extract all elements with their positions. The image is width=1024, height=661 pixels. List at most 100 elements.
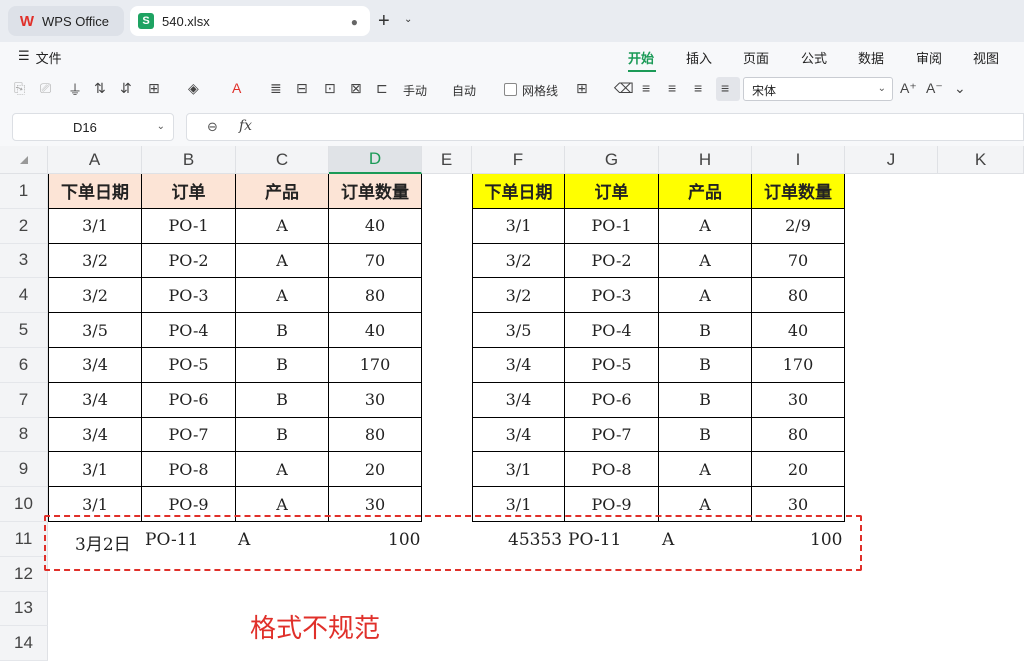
fx-icon[interactable]: fx	[239, 118, 252, 134]
left-table-cell[interactable]: PO-4	[142, 313, 236, 348]
right-table-cell[interactable]: B	[659, 382, 752, 418]
row-header-8[interactable]: 8	[0, 417, 48, 453]
left-table-header-cell[interactable]: 下单日期	[48, 174, 142, 209]
right-table-header-cell[interactable]: 下单日期	[472, 174, 565, 209]
right-table-cell[interactable]: PO-8	[565, 452, 659, 488]
manual-dropdown[interactable]: 手动	[403, 82, 427, 99]
align-left-icon[interactable]: ≡	[642, 80, 650, 96]
sort-ascending-icon[interactable]: ⇅	[94, 80, 106, 97]
unsaved-dot-icon[interactable]: ●	[351, 15, 358, 29]
more-chevron-icon[interactable]: ⌄	[954, 80, 966, 97]
row-header-2[interactable]: 2	[0, 208, 48, 244]
left-table-cell[interactable]: PO-3	[142, 278, 236, 314]
left-table-cell[interactable]: A	[236, 208, 329, 244]
column-header-d[interactable]: D	[329, 146, 422, 174]
left-table-header-cell[interactable]: 订单数量	[329, 174, 422, 209]
increase-font-icon[interactable]: A⁺	[900, 80, 917, 97]
right-table-cell[interactable]: PO-7	[565, 417, 659, 453]
left-table-cell[interactable]: 80	[329, 278, 422, 314]
row-header-9[interactable]: 9	[0, 452, 48, 488]
row-header-6[interactable]: 6	[0, 348, 48, 383]
row-header-13[interactable]: 13	[0, 591, 48, 627]
column-header-f[interactable]: F	[472, 146, 565, 174]
freeze-icon[interactable]: ⊏	[376, 80, 388, 97]
right-table-cell[interactable]: 3/2	[472, 278, 565, 314]
right-table-cell[interactable]: B	[659, 417, 752, 453]
ribbon-tab-home[interactable]: 开始	[628, 48, 654, 67]
right-table-cell[interactable]: PO-1	[565, 208, 659, 244]
column-header-c[interactable]: C	[236, 146, 329, 174]
align-center-icon[interactable]: ≡	[668, 80, 676, 96]
merge-icon[interactable]: ⊟	[296, 80, 308, 97]
row-header-12[interactable]: 12	[0, 556, 48, 592]
wrap-text-icon[interactable]: ≣	[270, 80, 282, 97]
right-table-cell[interactable]: 3/1	[472, 208, 565, 244]
left-table-cell[interactable]: 3/4	[48, 417, 142, 453]
left-table-cell[interactable]: 30	[329, 382, 422, 418]
tab-workbook[interactable]: S 540.xlsx ●	[130, 6, 370, 36]
right-table-cell[interactable]: A	[659, 452, 752, 488]
row-header-4[interactable]: 4	[0, 278, 48, 314]
spreadsheet-grid[interactable]: ABCDEFGHIJK 1 2 3 4 5 6 7 8 9 10 11 12 13 14 下单日期 订单 产品…	[0, 146, 1024, 661]
file-menu[interactable]: ☰ 文件	[18, 48, 62, 67]
right-table-cell[interactable]: 3/4	[472, 348, 565, 383]
font-color-icon[interactable]: A	[232, 80, 241, 96]
right-table-cell[interactable]: 3/2	[472, 243, 565, 279]
left-table-cell[interactable]: 3/4	[48, 382, 142, 418]
right-table-cell[interactable]: B	[659, 348, 752, 383]
column-header-i[interactable]: I	[752, 146, 845, 174]
right-table-cell[interactable]: PO-4	[565, 313, 659, 348]
left-table-cell[interactable]: PO-5	[142, 348, 236, 383]
right-table-cell[interactable]: 40	[752, 313, 845, 348]
ribbon-tab-data[interactable]: 数据	[858, 48, 884, 67]
right-table-cell[interactable]: PO-3	[565, 278, 659, 314]
left-table-cell[interactable]: 3/1	[48, 452, 142, 488]
left-table-cell[interactable]: B	[236, 382, 329, 418]
left-table-cell[interactable]: PO-8	[142, 452, 236, 488]
right-table-cell[interactable]: A	[659, 278, 752, 314]
right-table-cell[interactable]: 170	[752, 348, 845, 383]
clear-format-icon[interactable]: ⌫	[614, 80, 634, 97]
row-header-1[interactable]: 1	[0, 174, 48, 209]
left-table-cell[interactable]: PO-2	[142, 243, 236, 279]
comment-icon[interactable]: ⊡	[324, 80, 336, 97]
column-header-g[interactable]: G	[565, 146, 659, 174]
new-tab-button[interactable]: +	[378, 10, 390, 33]
row-header-7[interactable]: 7	[0, 382, 48, 418]
right-table-cell[interactable]: 80	[752, 417, 845, 453]
right-table-cell[interactable]: 20	[752, 452, 845, 488]
column-header-e[interactable]: E	[422, 146, 472, 174]
right-table-header-cell[interactable]: 产品	[659, 174, 752, 209]
chevron-down-icon[interactable]: ⌄	[157, 121, 165, 132]
auto-dropdown[interactable]: 自动	[452, 82, 476, 99]
left-table-cell[interactable]: B	[236, 417, 329, 453]
column-header-a[interactable]: A	[48, 146, 142, 174]
right-table-cell[interactable]: 30	[752, 382, 845, 418]
right-table-cell[interactable]: A	[659, 243, 752, 279]
border-icon[interactable]: ⊞	[148, 80, 160, 97]
font-name-select[interactable]: 宋体 ⌄	[743, 77, 893, 101]
column-header-j[interactable]: J	[845, 146, 938, 174]
table-icon[interactable]: ⊠	[350, 80, 362, 97]
fill-color-icon[interactable]: ◈	[188, 80, 199, 97]
tab-wps-office[interactable]: W WPS Office	[8, 6, 124, 36]
ribbon-tab-formula[interactable]: 公式	[801, 48, 827, 67]
format-painter-icon[interactable]: ⎚	[40, 80, 51, 97]
row-header-5[interactable]: 5	[0, 313, 48, 348]
filter-icon[interactable]: ⏚	[68, 80, 82, 100]
left-table-cell[interactable]: A	[236, 243, 329, 279]
left-table-cell[interactable]: 3/4	[48, 348, 142, 383]
right-table-cell[interactable]: 3/4	[472, 382, 565, 418]
left-table-cell[interactable]: 40	[329, 313, 422, 348]
gridlines-checkbox[interactable]	[504, 83, 517, 96]
left-table-cell[interactable]: 20	[329, 452, 422, 488]
sort-descending-icon[interactable]: ⇵	[120, 80, 132, 97]
row-header-14[interactable]: 14	[0, 626, 48, 661]
ribbon-tab-view[interactable]: 视图	[973, 48, 999, 67]
left-table-cell[interactable]: PO-7	[142, 417, 236, 453]
right-table-cell[interactable]: PO-6	[565, 382, 659, 418]
left-table-cell[interactable]: 170	[329, 348, 422, 383]
column-header-b[interactable]: B	[142, 146, 236, 174]
right-table-cell[interactable]: 3/1	[472, 452, 565, 488]
right-table-header-cell[interactable]: 订单数量	[752, 174, 845, 209]
